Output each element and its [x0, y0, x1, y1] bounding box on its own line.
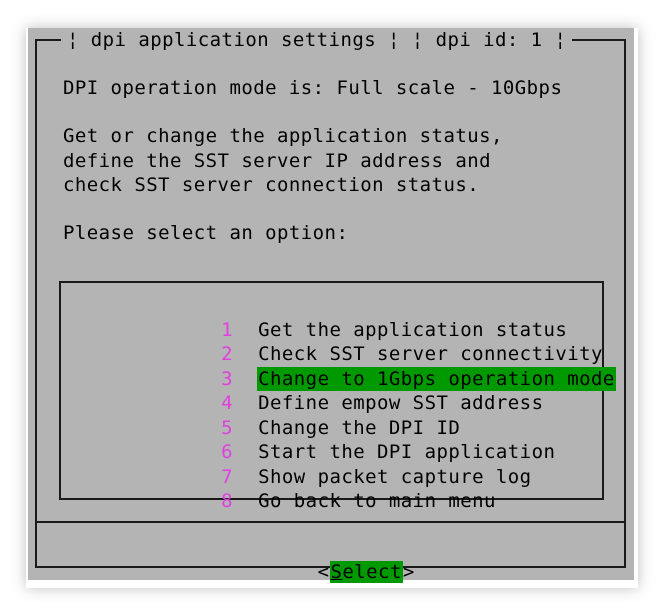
button-separator — [37, 521, 624, 523]
dialog-title: ¦ dpi application settings ¦ ¦ dpi id: 1… — [61, 28, 573, 52]
menu-item-4[interactable]: 4 Define empow SST address — [126, 367, 544, 414]
operation-mode-line: DPI operation mode is: Full scale - 10Gb… — [63, 77, 563, 99]
select-label-rest: elect — [342, 560, 402, 583]
button-row: <Select> — [37, 535, 624, 609]
menu-item-3[interactable]: 3 Change to 1Gbps operation mode — [126, 342, 616, 391]
button-bracket-open: < — [317, 560, 330, 583]
select-hotkey: S — [330, 560, 343, 583]
button-bracket-close: > — [402, 560, 415, 583]
dialog-title-id: ¦ dpi id: 1 ¦ — [411, 29, 567, 51]
description-line-2: define the SST server IP address and — [63, 149, 492, 172]
option-menu: 1 Get the application status 2 Check SST s… — [59, 281, 616, 512]
menu-item-tag: 8 — [221, 490, 234, 512]
select-button[interactable]: <Select> — [317, 560, 415, 583]
prompt-line: Please select an option: — [63, 222, 349, 244]
menu-item-1[interactable]: 1 Get the application status — [126, 293, 568, 341]
description-line-3: check SST server connection status. — [63, 174, 480, 196]
terminal-screen: ¦ dpi application settings ¦ ¦ dpi id: 1… — [28, 28, 634, 583]
menu-item-5[interactable]: 5 Change the DPI ID — [126, 391, 461, 439]
dialog-title-app: ¦ dpi application settings ¦ — [67, 29, 400, 51]
menu-item-label: Go back to main menu — [258, 490, 496, 512]
menu-item-2[interactable]: 2 Check SST server connectivity — [126, 318, 604, 365]
menu-item-7[interactable]: 7 Show packet capture log — [126, 440, 533, 488]
description-line-1: Get or change the application status, — [63, 125, 503, 147]
menu-item-8[interactable]: 8 Go back to main menu — [126, 465, 497, 512]
select-button-label: Select — [329, 560, 403, 583]
settings-dialog: ¦ dpi application settings ¦ ¦ dpi id: 1… — [35, 28, 626, 583]
menu-item-6[interactable]: 6 Start the DPI application — [126, 416, 556, 463]
